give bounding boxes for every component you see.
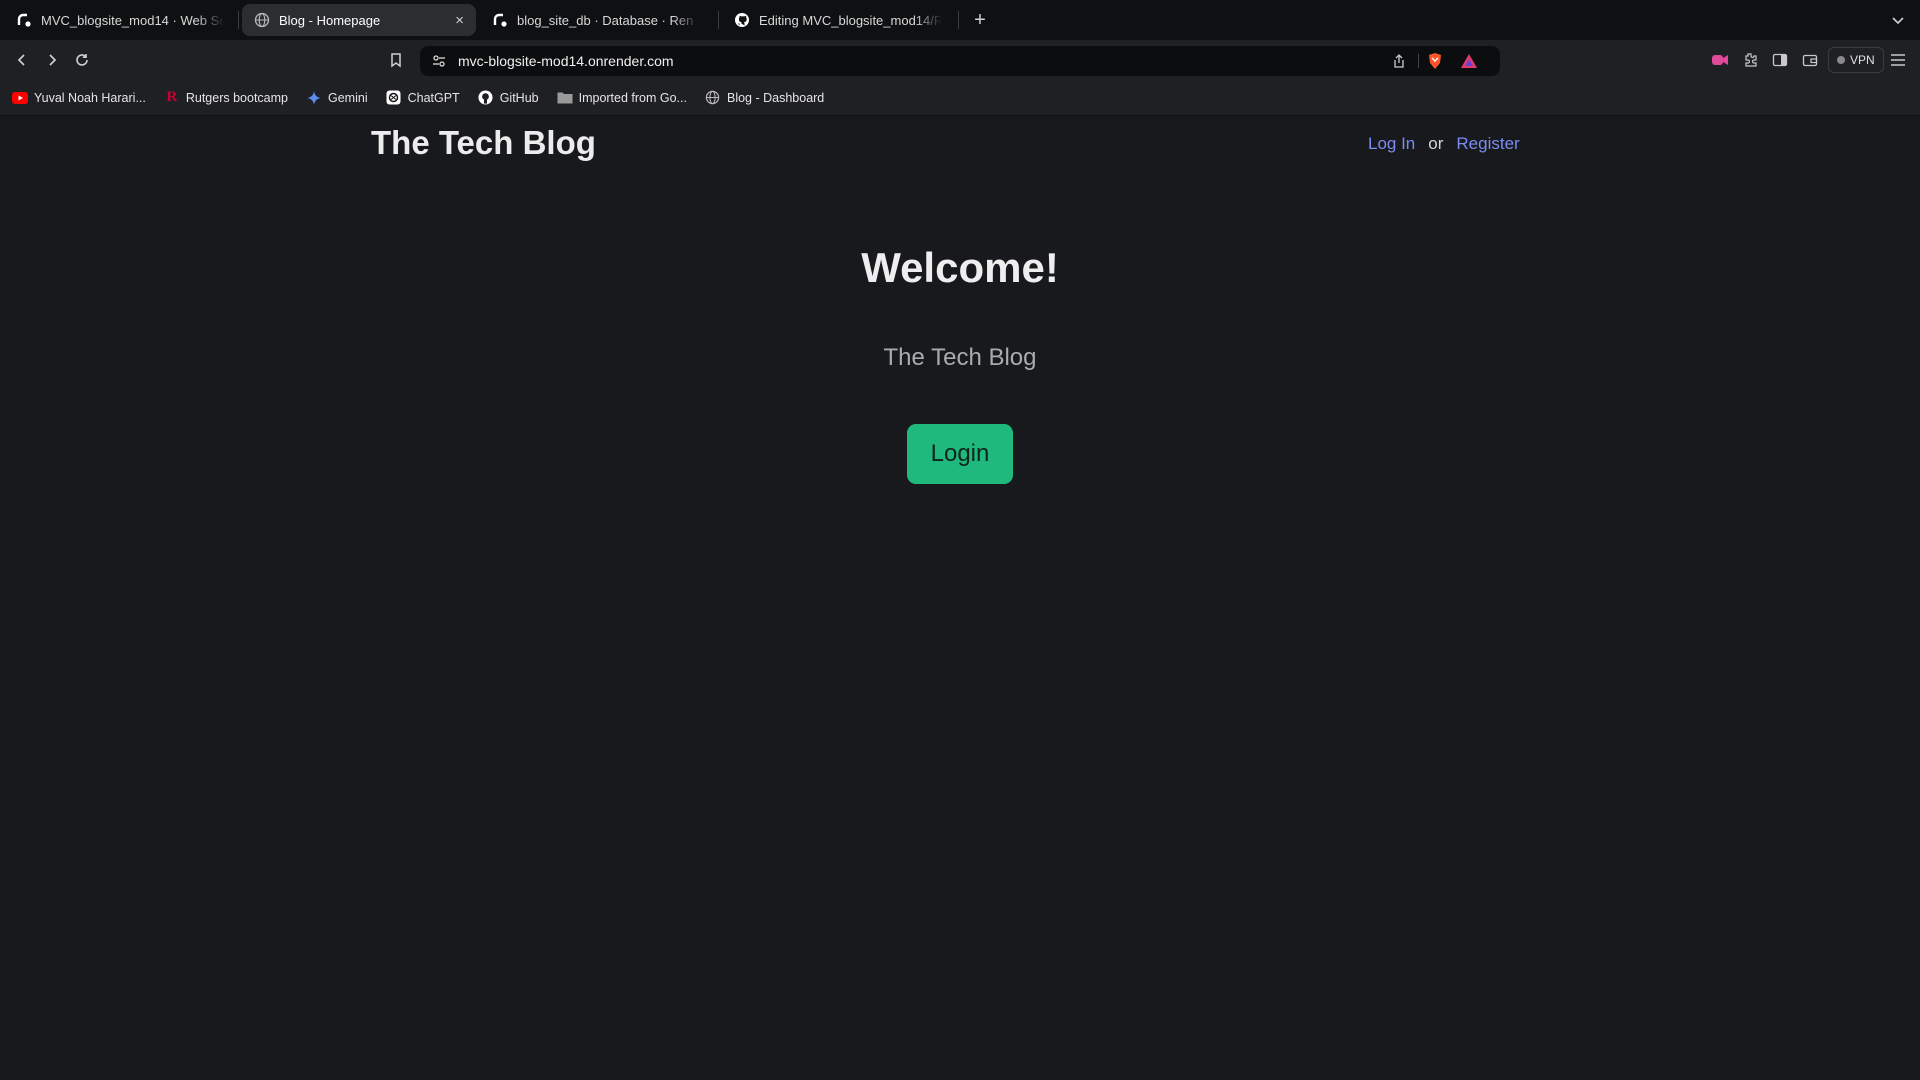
tab-title: Blog - Homepage bbox=[279, 12, 381, 28]
brave-rewards-icon[interactable] bbox=[1460, 52, 1478, 70]
or-text: or bbox=[1428, 134, 1444, 153]
back-icon[interactable] bbox=[10, 48, 34, 72]
vpn-button[interactable]: VPN bbox=[1828, 47, 1884, 73]
globe-icon bbox=[705, 90, 721, 106]
register-link[interactable]: Register bbox=[1456, 134, 1519, 154]
bookmark-label: Imported from Go... bbox=[578, 90, 687, 105]
tab-title: MVC_blogsite_mod14 · Web Se bbox=[41, 12, 224, 28]
bookmark-label: Gemini bbox=[328, 90, 368, 105]
tab-render-database[interactable]: blog_site_db · Database · Ren bbox=[480, 4, 712, 36]
menu-icon[interactable] bbox=[1888, 50, 1908, 70]
share-icon[interactable] bbox=[1390, 52, 1408, 70]
bookmark-label: GitHub bbox=[499, 90, 539, 105]
close-tab-icon[interactable]: × bbox=[455, 12, 464, 29]
bookmark-label: ChatGPT bbox=[407, 90, 460, 105]
tab-strip: MVC_blogsite_mod14 · Web Se Blog - Homep… bbox=[0, 0, 1920, 40]
welcome-heading: Welcome! bbox=[861, 244, 1059, 291]
bookmark-label: Yuval Noah Harari... bbox=[34, 90, 146, 105]
browser-toolbar: mvc-blogsite-mod14.onrender.com VPN bbox=[0, 40, 1920, 80]
bookmark-github[interactable]: GitHub bbox=[478, 90, 539, 106]
new-tab-button[interactable]: + bbox=[966, 6, 994, 34]
bookmark-chatgpt[interactable]: ChatGPT bbox=[386, 90, 460, 106]
tab-blog-homepage[interactable]: Blog - Homepage × bbox=[242, 4, 476, 36]
bookmark-rutgers[interactable]: R Rutgers bootcamp bbox=[164, 90, 288, 106]
github-icon bbox=[478, 90, 494, 106]
login-link[interactable]: Log In bbox=[1368, 134, 1415, 154]
bookmark-folder-imported[interactable]: Imported from Go... bbox=[557, 90, 687, 106]
address-bar[interactable]: mvc-blogsite-mod14.onrender.com bbox=[420, 46, 1500, 76]
subtitle: The Tech Blog bbox=[883, 344, 1037, 371]
auth-links: Log In or Register bbox=[1368, 134, 1520, 154]
site-title[interactable]: The Tech Blog bbox=[371, 124, 596, 162]
login-button[interactable]: Login bbox=[907, 424, 1013, 484]
tab-title: blog_site_db · Database · Ren bbox=[517, 12, 694, 28]
brave-shields-icon[interactable] bbox=[1426, 52, 1444, 70]
tab-list-chevron-icon[interactable] bbox=[1888, 10, 1908, 30]
bookmark-blog-dashboard[interactable]: Blog - Dashboard bbox=[705, 90, 824, 106]
tab-github-editing[interactable]: Editing MVC_blogsite_mod14/RE bbox=[722, 4, 954, 36]
vpn-status-icon bbox=[1837, 56, 1845, 64]
gemini-icon bbox=[306, 90, 322, 106]
reload-icon[interactable] bbox=[70, 48, 94, 72]
sidebar-icon[interactable] bbox=[1768, 48, 1792, 72]
bookmark-gemini[interactable]: Gemini bbox=[306, 90, 368, 106]
youtube-icon bbox=[12, 90, 28, 106]
render-icon bbox=[492, 12, 508, 28]
rutgers-icon: R bbox=[166, 89, 178, 105]
bookmark-yuval[interactable]: Yuval Noah Harari... bbox=[12, 90, 146, 106]
wallet-icon[interactable] bbox=[1798, 48, 1822, 72]
site-settings-icon[interactable] bbox=[430, 52, 448, 70]
forward-icon[interactable] bbox=[40, 48, 64, 72]
tab-title: Editing MVC_blogsite_mod14/RE bbox=[759, 12, 942, 28]
render-icon bbox=[16, 12, 32, 28]
brave-talk-icon[interactable] bbox=[1708, 48, 1732, 72]
github-icon bbox=[734, 12, 750, 28]
page-content: The Tech Blog Log In or Register Welcome… bbox=[0, 116, 1920, 1080]
folder-icon bbox=[557, 90, 573, 106]
globe-icon bbox=[254, 12, 270, 28]
extensions-icon[interactable] bbox=[1738, 48, 1762, 72]
chatgpt-icon bbox=[386, 90, 402, 106]
tab-render-webservice[interactable]: MVC_blogsite_mod14 · Web Se bbox=[4, 4, 236, 36]
bookmarks-bar: Yuval Noah Harari... R Rutgers bootcamp … bbox=[0, 80, 1920, 116]
bookmark-icon[interactable] bbox=[384, 48, 408, 72]
bookmark-label: Rutgers bootcamp bbox=[185, 90, 288, 105]
url-text[interactable]: mvc-blogsite-mod14.onrender.com bbox=[458, 53, 674, 69]
bookmark-label: Blog - Dashboard bbox=[726, 90, 825, 105]
vpn-label: VPN bbox=[1850, 53, 1875, 67]
